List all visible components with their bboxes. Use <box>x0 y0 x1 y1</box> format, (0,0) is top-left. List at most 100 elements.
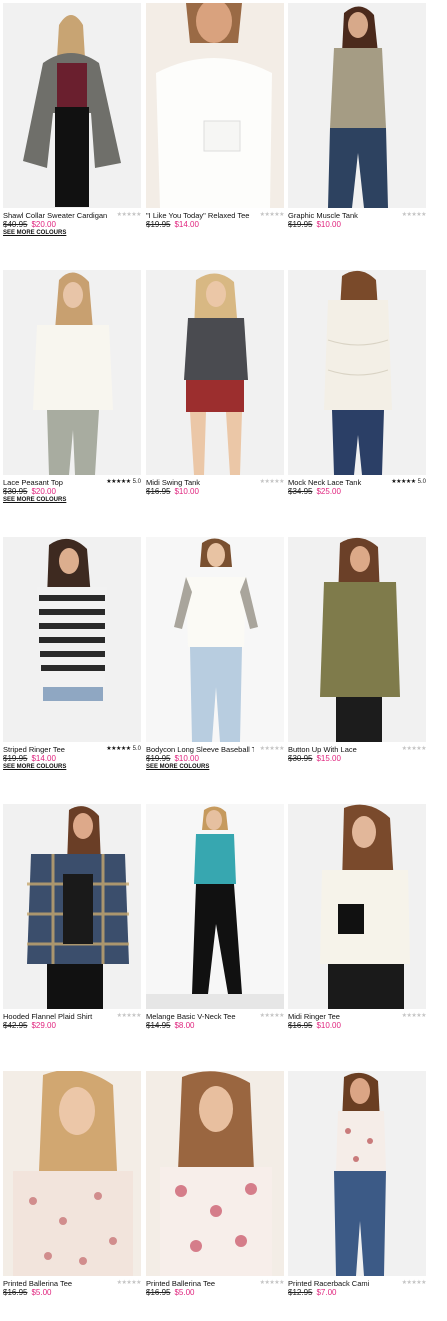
original-price: $19.95 <box>3 754 28 763</box>
stars: ★★★★★ <box>401 212 427 218</box>
original-price: $30.95 <box>288 754 313 763</box>
product-image[interactable] <box>288 3 426 208</box>
see-more-colours-link[interactable]: SEE MORE COLOURS <box>3 230 66 236</box>
stars: ★★★★★ <box>401 746 427 752</box>
see-more-colours-link[interactable]: SEE MORE COLOURS <box>146 764 209 770</box>
product-image[interactable] <box>3 804 141 1009</box>
price-row: $19.95 $10.00 <box>146 754 199 763</box>
product-name[interactable]: Shawl Collar Sweater Cardigan <box>3 211 111 220</box>
product-image[interactable] <box>3 537 141 742</box>
model-photo <box>320 804 410 1009</box>
product-card[interactable]: Graphic Muscle Tank ★★★★★ $19.95 $10.00 <box>288 3 427 253</box>
product-card[interactable]: Printed Ballerina Tee ★★★★★ $16.95 $5.00 <box>3 1071 142 1321</box>
product-image[interactable] <box>146 3 284 208</box>
product-name[interactable]: Lace Peasant Top <box>3 478 111 487</box>
product-name[interactable]: Striped Ringer Tee <box>3 745 111 754</box>
see-more-colours-link[interactable]: SEE MORE COLOURS <box>3 764 66 770</box>
product-card[interactable]: Midi Ringer Tee ★★★★★ $16.95 $10.00 <box>288 804 427 1054</box>
original-price: $16.95 <box>146 1288 171 1297</box>
product-image[interactable] <box>146 1071 284 1276</box>
original-price: $14.95 <box>146 1021 171 1030</box>
product-name[interactable]: Hooded Flannel Plaid Shirt <box>3 1012 111 1021</box>
model-photo <box>23 15 121 207</box>
price-row: $30.95 $15.00 <box>288 754 341 763</box>
original-price: $16.95 <box>3 1288 28 1297</box>
model-photo <box>156 3 272 208</box>
product-card[interactable]: Button Up With Lace ★★★★★ $30.95 $15.00 <box>288 537 427 787</box>
product-card[interactable]: Hooded Flannel Plaid Shirt ★★★★★ $42.95 $… <box>3 804 142 1054</box>
sale-price: $5.00 <box>31 1288 52 1297</box>
stars: ★★★★★ <box>391 479 416 485</box>
product-card[interactable]: "I Like You Today" Relaxed Tee ★★★★★ $19… <box>146 3 285 253</box>
price-row: $30.95 $20.00 <box>3 487 56 496</box>
product-name[interactable]: Bodycon Long Sleeve Baseball Tee <box>146 745 254 754</box>
sale-price: $10.00 <box>174 487 199 496</box>
model-photo <box>37 538 107 701</box>
original-price: $40.95 <box>3 220 28 229</box>
original-price: $12.95 <box>288 1288 313 1297</box>
price-row: $19.95 $10.00 <box>288 220 341 229</box>
product-card[interactable]: Printed Racerback Cami ★★★★★ $12.95 $7.00 <box>288 1071 427 1321</box>
original-price: $34.95 <box>288 487 313 496</box>
original-price: $30.95 <box>3 487 28 496</box>
product-image[interactable] <box>3 1071 141 1276</box>
model-photo <box>33 272 113 475</box>
product-image[interactable] <box>3 3 141 208</box>
sale-price: $15.00 <box>316 754 341 763</box>
product-name[interactable]: Printed Racerback Cami <box>288 1279 396 1288</box>
price-row: $42.95 $29.00 <box>3 1021 56 1030</box>
original-price: $19.95 <box>288 220 313 229</box>
product-name[interactable]: Midi Swing Tank <box>146 478 254 487</box>
original-price: $16.95 <box>146 487 171 496</box>
original-price: $16.95 <box>288 1021 313 1030</box>
product-card[interactable]: Printed Ballerina Tee ★★★★★ $16.95 $5.00 <box>146 1071 285 1321</box>
product-name[interactable]: Midi Ringer Tee <box>288 1012 396 1021</box>
product-card[interactable]: Lace Peasant Top ★★★★★ 5.0 $30.95 $20.00 S… <box>3 270 141 520</box>
original-price: $42.95 <box>3 1021 28 1030</box>
sale-price: $25.00 <box>316 487 341 496</box>
product-card[interactable]: Midi Swing Tank ★★★★★ $16.95 $10.00 <box>146 270 285 520</box>
product-card[interactable]: Mock Neck Lace Tank ★★★★★ 5.0 $34.95 $25.0… <box>288 270 426 520</box>
price-row: $40.95 $20.00 <box>3 220 56 229</box>
product-image[interactable] <box>3 270 141 475</box>
product-name[interactable]: Melange Basic V-Neck Tee <box>146 1012 254 1021</box>
product-image[interactable] <box>146 270 284 475</box>
stars: ★★★★★ <box>259 479 285 485</box>
original-price: $19.95 <box>146 220 171 229</box>
product-name[interactable]: Graphic Muscle Tank <box>288 211 396 220</box>
product-name[interactable]: Mock Neck Lace Tank <box>288 478 396 487</box>
stars: ★★★★★ <box>259 1013 285 1019</box>
product-card[interactable]: Bodycon Long Sleeve Baseball Tee ★★★★★ $… <box>146 537 285 787</box>
sale-price: $10.00 <box>316 220 341 229</box>
product-name[interactable]: Button Up With Lace <box>288 745 396 754</box>
product-card[interactable]: Melange Basic V-Neck Tee ★★★★★ $14.95 $8.… <box>146 804 285 1054</box>
rating-value: 5.0 <box>132 479 141 485</box>
product-image[interactable] <box>288 270 426 475</box>
product-image[interactable] <box>288 804 426 1009</box>
product-name[interactable]: Printed Ballerina Tee <box>3 1279 111 1288</box>
product-image[interactable] <box>146 537 284 742</box>
product-name[interactable]: Printed Ballerina Tee <box>146 1279 254 1288</box>
stars: ★★★★★ <box>401 1280 427 1286</box>
price-row: $16.95 $5.00 <box>3 1288 52 1297</box>
product-card[interactable]: Shawl Collar Sweater Cardigan ★★★★★ $40.… <box>3 3 142 253</box>
rating-stars: ★★★★★ <box>117 1279 142 1286</box>
model-photo <box>160 1071 272 1276</box>
sale-price: $8.00 <box>174 1021 195 1030</box>
sale-price: $10.00 <box>316 1021 341 1030</box>
product-name[interactable]: "I Like You Today" Relaxed Tee <box>146 211 254 220</box>
see-more-colours-link[interactable]: SEE MORE COLOURS <box>3 497 66 503</box>
stars: ★★★★★ <box>116 1013 142 1019</box>
product-card[interactable]: Striped Ringer Tee ★★★★★ 5.0 $19.95 $14.00… <box>3 537 141 787</box>
rating-value: 5.0 <box>132 746 141 752</box>
product-image[interactable] <box>288 537 426 742</box>
product-image[interactable] <box>288 1071 426 1276</box>
product-image[interactable] <box>146 804 284 1009</box>
rating-stars: ★★★★★ <box>401 1012 427 1019</box>
sale-price: $5.00 <box>174 1288 195 1297</box>
stars: ★★★★★ <box>401 1013 427 1019</box>
rating-stars: ★★★★★ 5.0 <box>106 478 141 485</box>
sale-price: $20.00 <box>31 487 56 496</box>
rating-stars: ★★★★★ <box>117 211 142 218</box>
price-row: $19.95 $14.00 <box>146 220 199 229</box>
